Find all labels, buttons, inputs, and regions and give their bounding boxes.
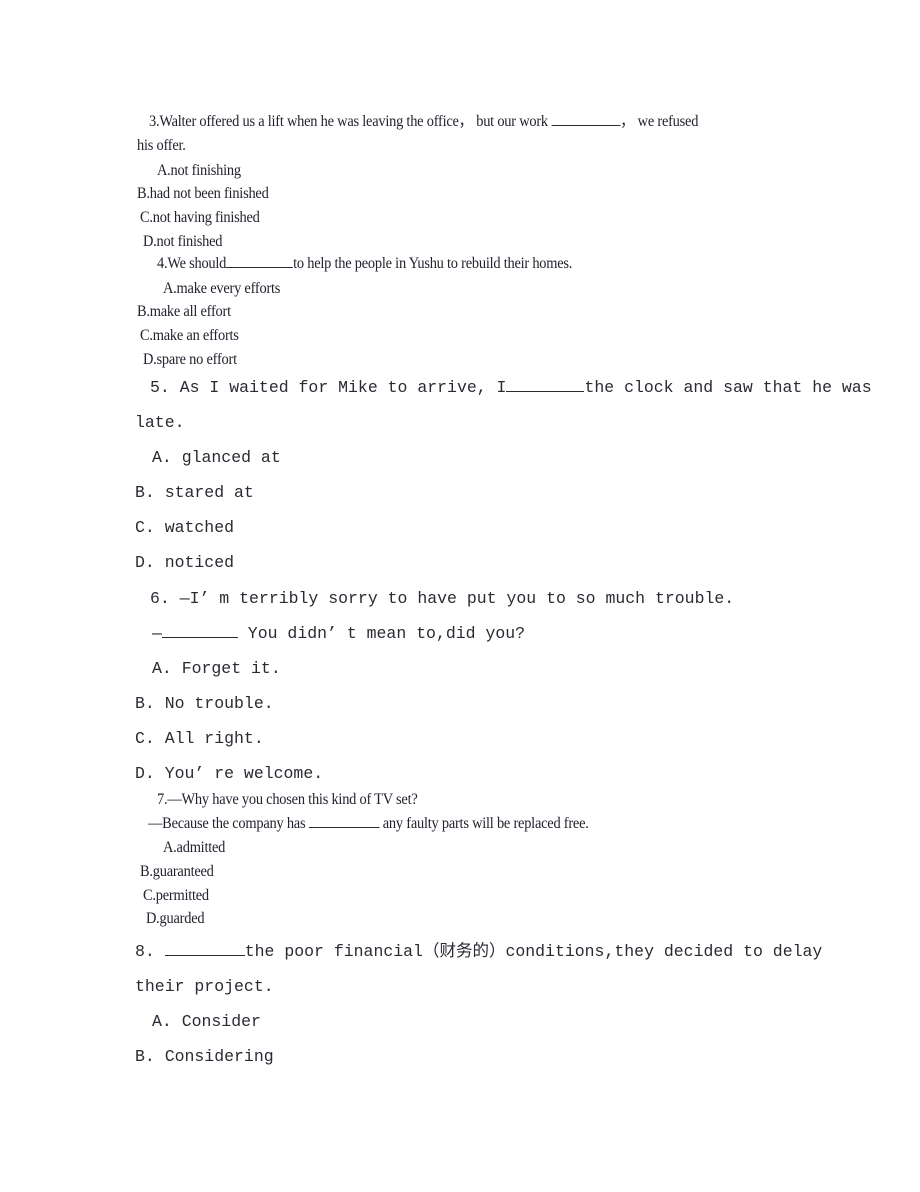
- question-6-stem-text-after-blank: You didn’ t mean to,did you?: [237, 624, 526, 643]
- question-7-stem-text-before-blank: —Because the company has: [148, 815, 309, 832]
- question-6-option-d[interactable]: D. You’ re welcome.: [135, 756, 323, 791]
- question-5-stem-text-before-blank: 5. As I waited for Mike to arrive, I: [150, 378, 507, 397]
- question-6-dash: —: [152, 624, 162, 643]
- question-7-stem-text-after-blank: any faulty parts will be replaced free.: [379, 815, 589, 832]
- question-4-option-c[interactable]: C.make an efforts: [140, 324, 239, 347]
- question-8-option-a[interactable]: A. Consider: [152, 1004, 261, 1039]
- question-5-stem-line-1: 5. As I waited for Mike to arrive, I the …: [150, 370, 872, 405]
- question-7-option-a[interactable]: A.admitted: [163, 836, 225, 859]
- question-6-option-a[interactable]: A. Forget it.: [152, 651, 281, 686]
- question-7-option-b[interactable]: B.guaranteed: [140, 860, 214, 883]
- question-5-option-b[interactable]: B. stared at: [135, 475, 254, 510]
- question-6-option-b[interactable]: B. No trouble.: [135, 686, 274, 721]
- question-8-stem-text-after-blank: the poor financial（财务的）conditions,they d…: [244, 942, 823, 961]
- question-3-option-c[interactable]: C.not having finished: [140, 206, 260, 229]
- question-3-answer-blank[interactable]: [551, 125, 621, 126]
- question-4-option-a[interactable]: A.make every efforts: [163, 277, 280, 300]
- question-8-stem-line-1: 8. the poor financial（财务的）conditions,the…: [135, 934, 822, 969]
- question-6-stem-line-2: — You didn’ t mean to,did you?: [152, 616, 525, 651]
- question-4-stem-text-before-blank: 4.We should: [157, 255, 227, 272]
- question-7-option-c[interactable]: C.permitted: [143, 884, 209, 907]
- question-5-option-a[interactable]: A. glanced at: [152, 440, 281, 475]
- question-6-answer-blank[interactable]: [161, 637, 238, 638]
- question-3-option-a[interactable]: A.not finishing: [157, 159, 241, 182]
- question-4-stem: 4.We should to help the people in Yushu t…: [157, 252, 572, 275]
- question-3-option-b[interactable]: B.had not been finished: [137, 182, 269, 205]
- worksheet-page: 3.Walter offered us a lift when he was l…: [0, 0, 920, 1192]
- question-5-stem-text-after-blank: the clock and saw that he was: [584, 378, 872, 397]
- question-3-stem-line-1: 3.Walter offered us a lift when he was l…: [149, 110, 698, 133]
- question-8-stem-line-2: their project.: [135, 977, 274, 996]
- question-4-option-b[interactable]: B.make all effort: [137, 300, 231, 323]
- question-5-stem-line-2: late.: [135, 413, 185, 432]
- question-7-stem-line-1: 7.—Why have you chosen this kind of TV s…: [157, 791, 418, 808]
- question-4-answer-blank[interactable]: [226, 267, 294, 268]
- question-7-stem-line-2: —Because the company has any faulty part…: [148, 812, 589, 835]
- question-3-option-d[interactable]: D.not finished: [143, 230, 222, 253]
- question-5-option-d[interactable]: D. noticed: [135, 545, 234, 580]
- question-4-option-d[interactable]: D.spare no effort: [143, 348, 237, 371]
- question-3-stem-text-after-blank: ， we refused: [620, 113, 699, 130]
- question-5-option-c[interactable]: C. watched: [135, 510, 234, 545]
- question-3-stem-text-before-blank: 3.Walter offered us a lift when he was l…: [149, 113, 552, 130]
- question-3-stem-line-2: his offer.: [137, 137, 186, 154]
- question-8-option-b[interactable]: B. Considering: [135, 1039, 274, 1074]
- question-5-answer-blank[interactable]: [506, 391, 585, 392]
- question-8-answer-blank[interactable]: [164, 955, 245, 956]
- question-6-stem-line-1: 6. —I’ m terribly sorry to have put you …: [150, 589, 735, 608]
- question-6-option-c[interactable]: C. All right.: [135, 721, 264, 756]
- question-7-option-d[interactable]: D.guarded: [146, 907, 205, 930]
- question-7-answer-blank[interactable]: [308, 827, 380, 828]
- question-4-stem-text-after-blank: to help the people in Yushu to rebuild t…: [293, 255, 573, 272]
- question-8-number: 8.: [135, 942, 165, 961]
